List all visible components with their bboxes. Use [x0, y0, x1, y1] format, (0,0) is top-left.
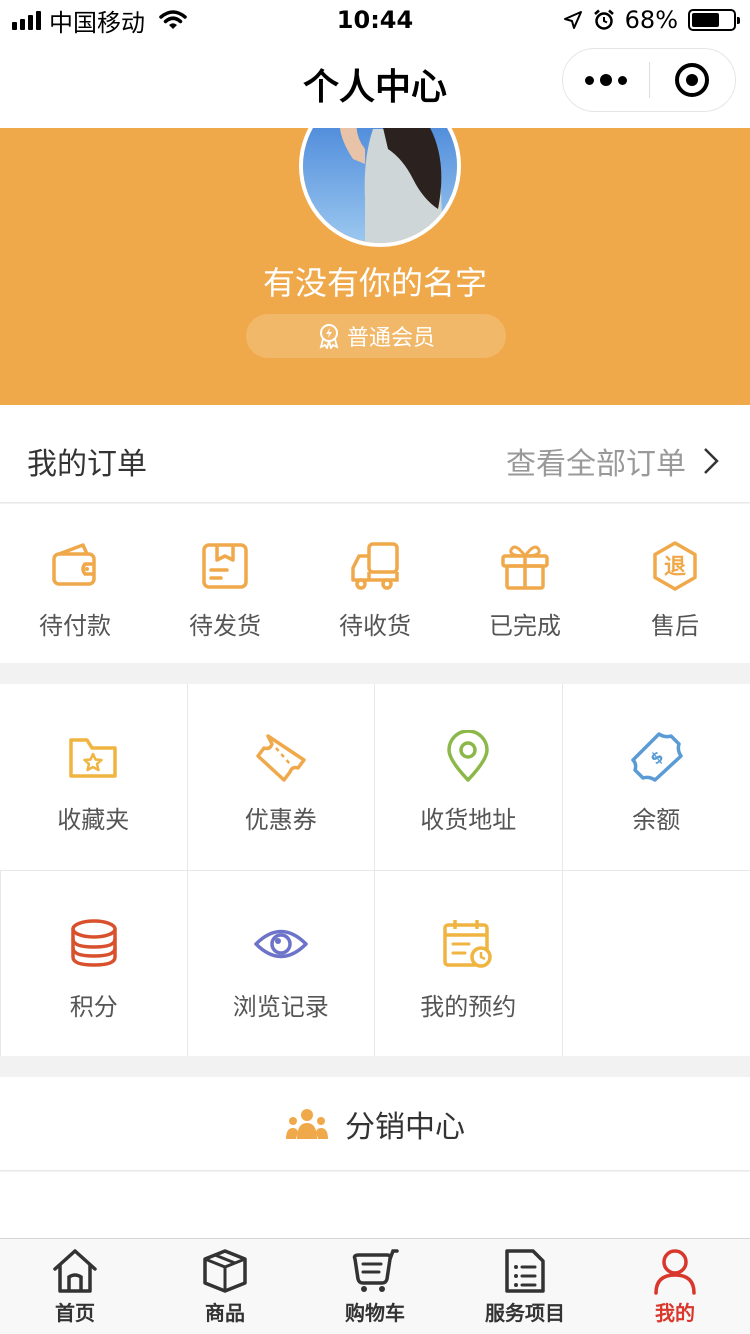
- tool-label: 我的预约: [420, 993, 517, 1021]
- calendar-icon: [443, 920, 492, 968]
- tab-label: 商品: [205, 1301, 245, 1325]
- order-pending-shipment[interactable]: 待发货: [150, 504, 300, 663]
- tab-label: 购物车: [345, 1301, 405, 1325]
- favorites-entry[interactable]: 收藏夹: [0, 684, 188, 870]
- order-status-row: 待付款 待发货 待收货 已完成 退 售后: [0, 504, 750, 663]
- browsing-history-entry[interactable]: 浏览记录: [188, 871, 375, 1056]
- tab-cart[interactable]: 购物车: [300, 1239, 450, 1334]
- cart-icon: [352, 1249, 399, 1292]
- tools-grid: 收藏夹 优惠券 收货地址 $ 余额 积分 浏览记录 我的预约: [0, 684, 750, 1056]
- my-appointments-entry[interactable]: 我的预约: [375, 871, 563, 1056]
- more-options-button[interactable]: [563, 74, 649, 86]
- miniprogram-capsule: [562, 48, 736, 112]
- bottom-tab-bar: 首页 商品 购物车 服务项目 我的: [0, 1238, 750, 1334]
- blank-area: [0, 1172, 750, 1238]
- profile-header: 有没有你的名字 普通会员: [0, 128, 750, 405]
- status-bar: 中国移动 10:44 68%: [0, 0, 750, 40]
- tab-products[interactable]: 商品: [150, 1239, 300, 1334]
- battery-icon: [688, 9, 740, 31]
- tab-label: 我的: [655, 1301, 695, 1325]
- shipping-address-entry[interactable]: 收货地址: [375, 684, 563, 870]
- distribution-center-label: 分销中心: [345, 1109, 465, 1145]
- tool-label: 收货地址: [420, 806, 517, 834]
- my-orders-header: 我的订单 查看全部订单: [0, 405, 750, 503]
- order-item-label: 已完成: [489, 612, 561, 640]
- order-item-label: 售后: [651, 612, 699, 640]
- badge-icon: [319, 324, 339, 349]
- gift-icon: [501, 545, 549, 590]
- coupon-icon: [256, 734, 306, 782]
- chevron-right-icon: [704, 448, 719, 474]
- close-miniprogram-button[interactable]: [650, 63, 736, 97]
- tool-label: 浏览记录: [232, 993, 329, 1021]
- team-icon: [286, 1108, 328, 1139]
- avatar[interactable]: [299, 128, 461, 247]
- target-circle-icon: [675, 63, 710, 97]
- my-orders-title: 我的订单: [27, 447, 147, 482]
- points-coins-icon: [71, 919, 117, 967]
- distribution-center-entry[interactable]: 分销中心: [0, 1077, 750, 1171]
- member-level-badge[interactable]: 普通会员: [246, 314, 506, 358]
- balance-entry[interactable]: $ 余额: [563, 684, 750, 870]
- eye-icon: [254, 929, 308, 959]
- tool-label: 收藏夹: [57, 806, 130, 834]
- order-after-sales[interactable]: 退 售后: [600, 504, 750, 663]
- user-icon: [654, 1249, 696, 1295]
- order-item-label: 待发货: [189, 612, 261, 640]
- battery-percentage: 68%: [624, 6, 678, 34]
- package-icon: [202, 543, 248, 589]
- tab-home[interactable]: 首页: [0, 1239, 150, 1334]
- tab-label: 首页: [55, 1301, 95, 1325]
- points-entry[interactable]: 积分: [0, 871, 188, 1056]
- svg-text:$: $: [647, 747, 668, 769]
- delivery-truck-icon: [351, 542, 399, 590]
- refund-icon: 退: [653, 541, 697, 591]
- location-arrow-icon: [563, 11, 582, 29]
- favorites-folder-icon: [69, 738, 117, 778]
- username: 有没有你的名字: [262, 264, 487, 302]
- box-icon: [203, 1249, 247, 1293]
- order-item-label: 待收货: [339, 612, 411, 640]
- tool-label: 优惠券: [244, 806, 317, 834]
- view-all-orders-label: 查看全部订单: [506, 447, 686, 482]
- location-pin-icon: [447, 730, 489, 782]
- coupons-entry[interactable]: 优惠券: [188, 684, 375, 870]
- tab-me[interactable]: 我的: [600, 1239, 750, 1334]
- home-icon: [53, 1249, 97, 1293]
- tool-label: 余额: [632, 806, 681, 834]
- navigation-bar: 个人中心: [0, 40, 750, 128]
- svg-text:退: 退: [664, 555, 686, 580]
- list-document-icon: [505, 1249, 545, 1293]
- order-item-label: 待付款: [39, 612, 111, 640]
- balance-money-icon: $: [631, 732, 683, 782]
- empty-cell: [563, 871, 750, 1056]
- tool-label: 积分: [69, 993, 118, 1021]
- alarm-clock-icon: [593, 9, 614, 30]
- order-pending-payment[interactable]: 待付款: [0, 504, 150, 663]
- more-dots-icon: [584, 75, 594, 85]
- order-completed[interactable]: 已完成: [450, 504, 600, 663]
- tab-label: 服务项目: [485, 1301, 565, 1325]
- wallet-icon: [52, 543, 96, 586]
- tab-services[interactable]: 服务项目: [450, 1239, 600, 1334]
- order-pending-receipt[interactable]: 待收货: [300, 504, 450, 663]
- view-all-orders-link[interactable]: 查看全部订单: [506, 439, 720, 483]
- member-level-label: 普通会员: [346, 326, 435, 351]
